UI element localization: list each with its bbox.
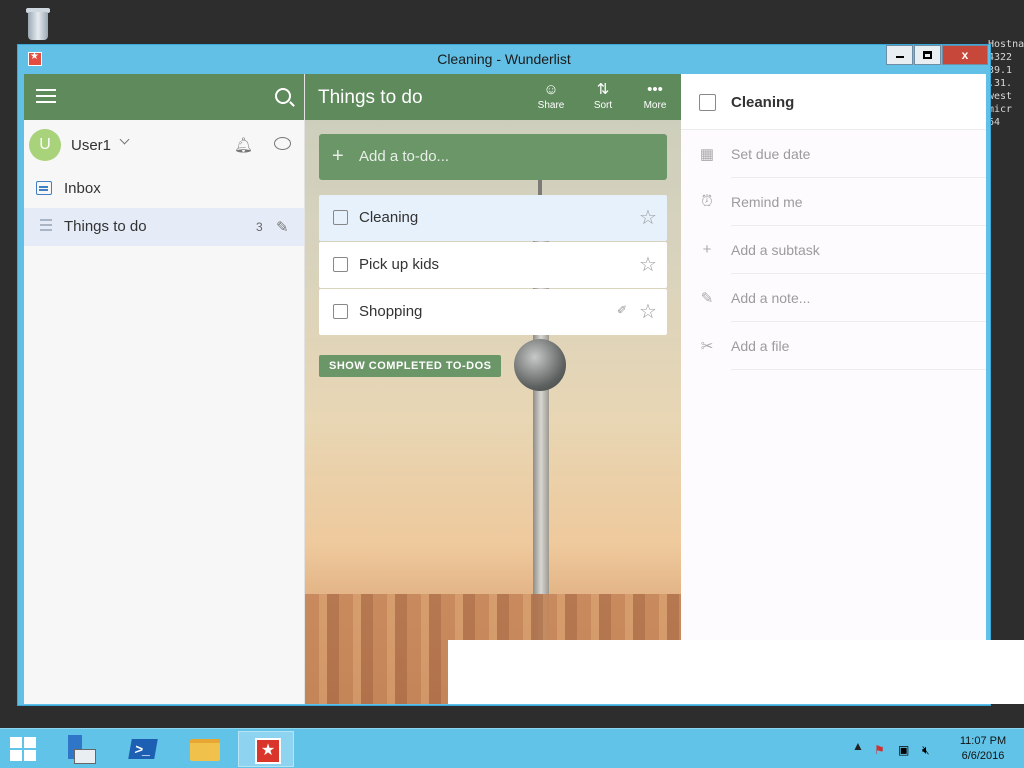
tray-expand-icon[interactable]: ▲: [852, 739, 864, 753]
star-icon[interactable]: ☆: [639, 299, 657, 324]
add-person-icon: ☺: [543, 81, 559, 98]
chevron-down-icon[interactable]: [119, 134, 130, 145]
sidebar-item-label: Inbox: [64, 180, 101, 197]
calendar-icon: ▦: [699, 146, 715, 163]
sort-label: Sort: [593, 100, 613, 111]
taskbar-wunderlist[interactable]: ★: [238, 731, 294, 767]
detail-task-title[interactable]: Cleaning: [731, 94, 794, 111]
task-checkbox[interactable]: [333, 257, 348, 272]
alarm-clock-icon: ⏰︎: [701, 193, 713, 210]
paperclip-icon: ✂: [700, 338, 714, 355]
add-file-label: Add a file: [731, 338, 790, 354]
pin-icon: ✐: [617, 303, 628, 317]
list-header: Things to do ☺ Share ⇅ Sort ••• More: [305, 74, 681, 120]
user-row[interactable]: U User1 🔔︎: [24, 120, 304, 170]
add-todo-input[interactable]: + Add a to-do...: [319, 134, 667, 180]
window-title: Cleaning - Wunderlist: [437, 51, 571, 67]
task-title[interactable]: Shopping: [359, 303, 422, 320]
plus-icon: +: [332, 145, 344, 167]
clock-time: 11:07 PM: [959, 735, 1007, 747]
task-title[interactable]: Cleaning: [359, 209, 418, 226]
detail-header: Cleaning: [681, 74, 986, 130]
bginfo-text: Hostname: WIN-IFV 4322 39.1 .31. west mi…: [988, 39, 1024, 128]
taskbar-server-manager[interactable]: [54, 731, 110, 767]
wunderlist-window: Cleaning - Wunderlist x U User1 🔔︎ Inbox: [17, 44, 991, 706]
add-todo-placeholder: Add a to-do...: [359, 148, 450, 165]
sort-icon: ⇅: [596, 81, 610, 98]
share-label: Share: [537, 100, 565, 111]
comment-icon[interactable]: [274, 137, 291, 150]
avatar[interactable]: U: [29, 129, 61, 161]
task-row[interactable]: Shopping ✐ ☆: [319, 289, 667, 335]
powershell-icon: >_: [128, 739, 158, 759]
add-subtask-label: Add a subtask: [731, 242, 820, 258]
maximize-button[interactable]: [914, 45, 941, 65]
detail-checkbox[interactable]: [699, 94, 716, 111]
inbox-icon: [36, 181, 52, 195]
folder-icon: [190, 739, 220, 761]
list-icon: [36, 219, 52, 233]
set-due-date-row[interactable]: ▦ Set due date: [681, 130, 986, 178]
background-photo-sphere: [514, 339, 566, 391]
sort-button[interactable]: ⇅ Sort: [583, 80, 623, 111]
edit-list-pencil-icon[interactable]: ✎: [276, 218, 290, 236]
remind-me-label: Remind me: [731, 194, 803, 210]
sidebar-header: [24, 74, 304, 120]
action-center-icon[interactable]: ⚑: [874, 741, 888, 757]
wunderlist-icon: ★: [255, 738, 281, 764]
task-checkbox[interactable]: [333, 304, 348, 319]
list-count: 3: [256, 220, 263, 234]
more-dots-icon: •••: [647, 81, 663, 98]
clock[interactable]: 11:07 PM 6/6/2016: [955, 734, 1011, 764]
plus-icon: +: [702, 241, 712, 258]
sidebar: U User1 🔔︎ Inbox Things to do 3 ✎: [24, 74, 305, 704]
task-detail-pane: Cleaning ▦ Set due date ⏰︎ Remind me + A…: [681, 74, 986, 704]
bell-icon[interactable]: 🔔︎: [234, 136, 253, 154]
hamburger-menu-icon[interactable]: [36, 89, 56, 103]
clock-date: 6/6/2016: [961, 750, 1005, 762]
due-date-label: Set due date: [731, 146, 811, 162]
add-subtask-row[interactable]: + Add a subtask: [681, 226, 986, 274]
close-button[interactable]: x: [942, 45, 988, 65]
taskbar-file-explorer[interactable]: [176, 731, 232, 767]
title-bar[interactable]: Cleaning - Wunderlist x: [18, 45, 990, 74]
server-manager-icon: [66, 735, 96, 764]
add-note-label: Add a note...: [731, 290, 811, 306]
user-name[interactable]: User1: [71, 137, 111, 154]
add-file-row[interactable]: ✂ Add a file: [681, 322, 986, 370]
sidebar-item-things-to-do[interactable]: Things to do 3 ✎: [24, 208, 304, 246]
search-icon[interactable]: [275, 88, 291, 104]
app-client-area: U User1 🔔︎ Inbox Things to do 3 ✎ Things…: [24, 74, 986, 704]
blank-overlay: [448, 640, 1024, 704]
star-icon[interactable]: ☆: [639, 205, 657, 230]
remind-me-row[interactable]: ⏰︎ Remind me: [681, 178, 986, 226]
task-list-pane: Things to do ☺ Share ⇅ Sort ••• More + A…: [305, 74, 681, 704]
recycle-bin-icon[interactable]: [20, 6, 56, 44]
sidebar-item-label: Things to do: [64, 218, 147, 235]
more-label: More: [643, 100, 667, 111]
share-button[interactable]: ☺ Share: [531, 80, 571, 111]
taskbar-powershell[interactable]: >_: [116, 731, 172, 767]
add-note-row[interactable]: ✎ Add a note...: [681, 274, 986, 322]
volume-muted-icon[interactable]: 🔇︎: [922, 741, 936, 757]
network-icon[interactable]: ▣: [898, 741, 912, 757]
task-row[interactable]: Cleaning ☆: [319, 195, 667, 241]
star-icon[interactable]: ☆: [639, 252, 657, 277]
more-button[interactable]: ••• More: [635, 80, 675, 111]
list-title: Things to do: [318, 87, 423, 108]
minimize-button[interactable]: [886, 45, 913, 65]
task-title[interactable]: Pick up kids: [359, 256, 439, 273]
taskbar: >_ ★ ▲ ⚑ ▣ 🔇︎ 11:07 PM 6/6/2016: [0, 728, 1024, 768]
windows-start-icon[interactable]: [10, 737, 38, 761]
task-checkbox[interactable]: [333, 210, 348, 225]
show-completed-button[interactable]: SHOW COMPLETED TO-DOS: [319, 355, 502, 377]
pencil-icon: ✎: [700, 290, 714, 307]
sidebar-item-inbox[interactable]: Inbox: [24, 170, 304, 208]
task-row[interactable]: Pick up kids ☆: [319, 242, 667, 288]
